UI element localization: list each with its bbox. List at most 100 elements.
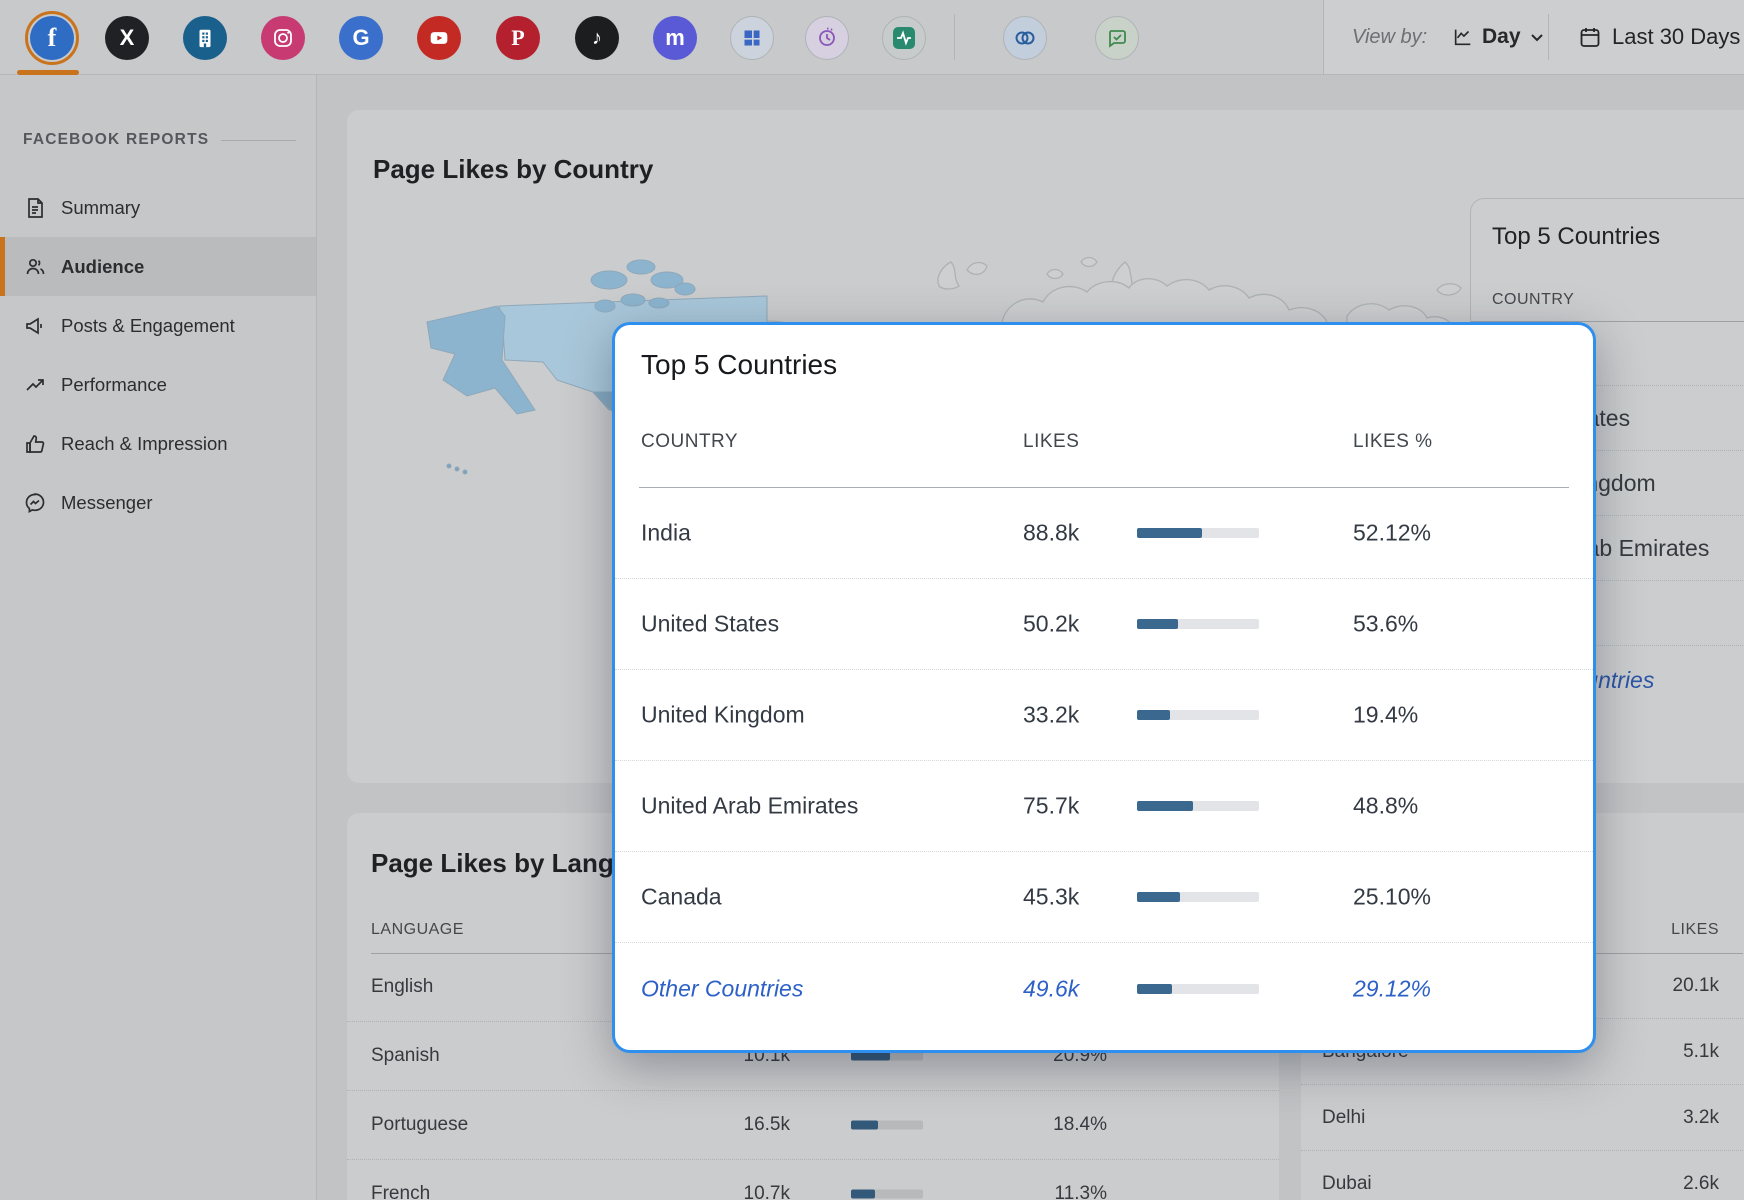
instagram-camera-icon [271,26,295,50]
country-cell: Canada [641,884,722,911]
zoho-crm-channel-icon[interactable] [1003,16,1047,60]
percent-cell: 18.4% [1007,1114,1107,1136]
google-glyph: G [352,25,369,51]
country-column-header: COUNTRY [1492,291,1574,309]
likes-bar [1137,619,1259,629]
country-cell: United States [641,611,779,638]
language-cell: Portuguese [371,1114,468,1136]
chart-line-icon [1452,26,1474,48]
topbar-divider [954,14,955,60]
likes-cell: 5.1k [1597,1041,1719,1063]
percent-cell: 11.3% [1007,1183,1107,1200]
widgets-grid-channel-icon[interactable] [730,16,774,60]
sidebar-item-posts-engagement[interactable]: Posts & Engagement [0,296,316,355]
table-row-united-states: United States 50.2k 53.6% [615,579,1593,670]
likes-pct-column-header: LIKES % [1353,431,1433,453]
modal-table-header: COUNTRY LIKES LIKES % [615,431,1593,461]
likes-bar [1137,892,1259,902]
grid-icon [742,28,762,48]
table-row: Portuguese 16.5k 18.4% [347,1091,1279,1160]
percent-cell: 25.10% [1353,884,1431,911]
likes-cell: 20.1k [1597,975,1719,997]
company-building-channel-icon[interactable] [183,16,227,60]
percent-cell: 52.12% [1353,520,1431,547]
google-channel-icon[interactable]: G [339,16,383,60]
likes-cell: 2.6k [1597,1173,1719,1195]
youtube-channel-icon[interactable] [417,16,461,60]
sidebar-item-messenger[interactable]: Messenger [0,473,316,532]
timer-channel-icon[interactable] [805,16,849,60]
likes-bar [851,1121,923,1130]
clock-icon [815,26,839,50]
facebook-active-underline [17,70,79,75]
top-channel-bar: f X G P ♪ m View by: Day Last 30 Days [0,0,1744,75]
rings-icon [1012,25,1038,51]
country-cell: India [641,520,691,547]
sidebar-items: Summary Audience Posts & Engagement Perf… [0,178,316,532]
country-column-header: COUNTRY [641,431,738,453]
people-icon [23,255,47,279]
percent-cell: 19.4% [1353,702,1418,729]
table-row: French 10.7k 11.3% [347,1160,1279,1200]
sidebar-item-label: Reach & Impression [61,433,228,455]
sidebar-item-label: Audience [61,256,144,278]
country-cell: United Arab Emirates [641,793,858,820]
table-row-other-countries: Other Countries 49.6k 29.12% [615,943,1593,1034]
likes-cell: 88.8k [1023,520,1079,547]
pinterest-channel-icon[interactable]: P [496,16,540,60]
view-by-day-selector[interactable]: Day [1452,0,1545,74]
mastodon-channel-icon[interactable]: m [653,16,697,60]
likes-cell: 49.6k [1023,975,1079,1002]
modal-title: Top 5 Countries [641,349,837,381]
instagram-channel-icon[interactable] [261,16,305,60]
sidebar-section-title: FACEBOOK REPORTS [23,131,209,149]
sidebar-item-audience[interactable]: Audience [0,237,316,296]
likes-cell: 16.5k [687,1114,790,1136]
view-by-value: Day [1482,25,1521,49]
other-countries-link[interactable]: Other Countries [641,975,803,1002]
table-row-india: India 88.8k 52.12% [615,488,1593,579]
facebook-channel-icon[interactable]: f [30,16,74,60]
health-pulse-channel-icon[interactable] [882,16,926,60]
likes-column-header: LIKES [1597,921,1719,939]
sidebar-section-header: FACEBOOK REPORTS [23,131,296,149]
likes-bar [1137,528,1259,538]
x-twitter-channel-icon[interactable]: X [105,16,149,60]
country-cell: United Kingdom [641,702,805,729]
likes-cell: 50.2k [1023,611,1079,638]
likes-column-header: LIKES [1023,431,1079,453]
sidebar-item-summary[interactable]: Summary [0,178,316,237]
pinterest-glyph: P [511,25,524,51]
facebook-reports-audience-page: { "topbar": { "channels": [ {"name": "fa… [0,0,1744,1200]
likes-cell: 45.3k [1023,884,1079,911]
megaphone-icon [23,314,47,338]
mastodon-glyph: m [665,25,685,51]
percent-cell: 29.12% [1353,975,1431,1002]
x-glyph: X [120,25,135,51]
messenger-icon [23,491,47,515]
city-cell: Dubai [1322,1173,1372,1195]
zoho-green-chat-channel-icon[interactable] [1095,16,1139,60]
sidebar-item-performance[interactable]: Performance [0,355,316,414]
document-icon [23,196,47,220]
facebook-glyph: f [48,23,57,53]
city-cell: Delhi [1322,1107,1365,1129]
likes-bar [1137,984,1259,994]
language-cell: French [371,1183,430,1200]
sidebar-item-label: Performance [61,374,167,396]
language-column-header: LANGUAGE [371,921,464,939]
table-row-united-arab-emirates: United Arab Emirates 75.7k 48.8% [615,761,1593,852]
chat-bubble-icon [1105,26,1129,50]
chevron-down-icon [1529,29,1545,45]
table-row-united-kingdom: United Kingdom 33.2k 19.4% [615,670,1593,761]
date-range-selector[interactable]: Last 30 Days [1578,0,1740,74]
tiktok-glyph: ♪ [592,27,602,50]
language-cell: Spanish [371,1045,440,1067]
tiktok-channel-icon[interactable]: ♪ [575,16,619,60]
sidebar-item-reach-impression[interactable]: Reach & Impression [0,414,316,473]
table-row: Delhi 3.2k [1301,1085,1744,1151]
building-icon [194,27,216,49]
likes-bar [851,1190,923,1199]
sidebar-item-label: Messenger [61,492,153,514]
trend-icon [23,373,47,397]
